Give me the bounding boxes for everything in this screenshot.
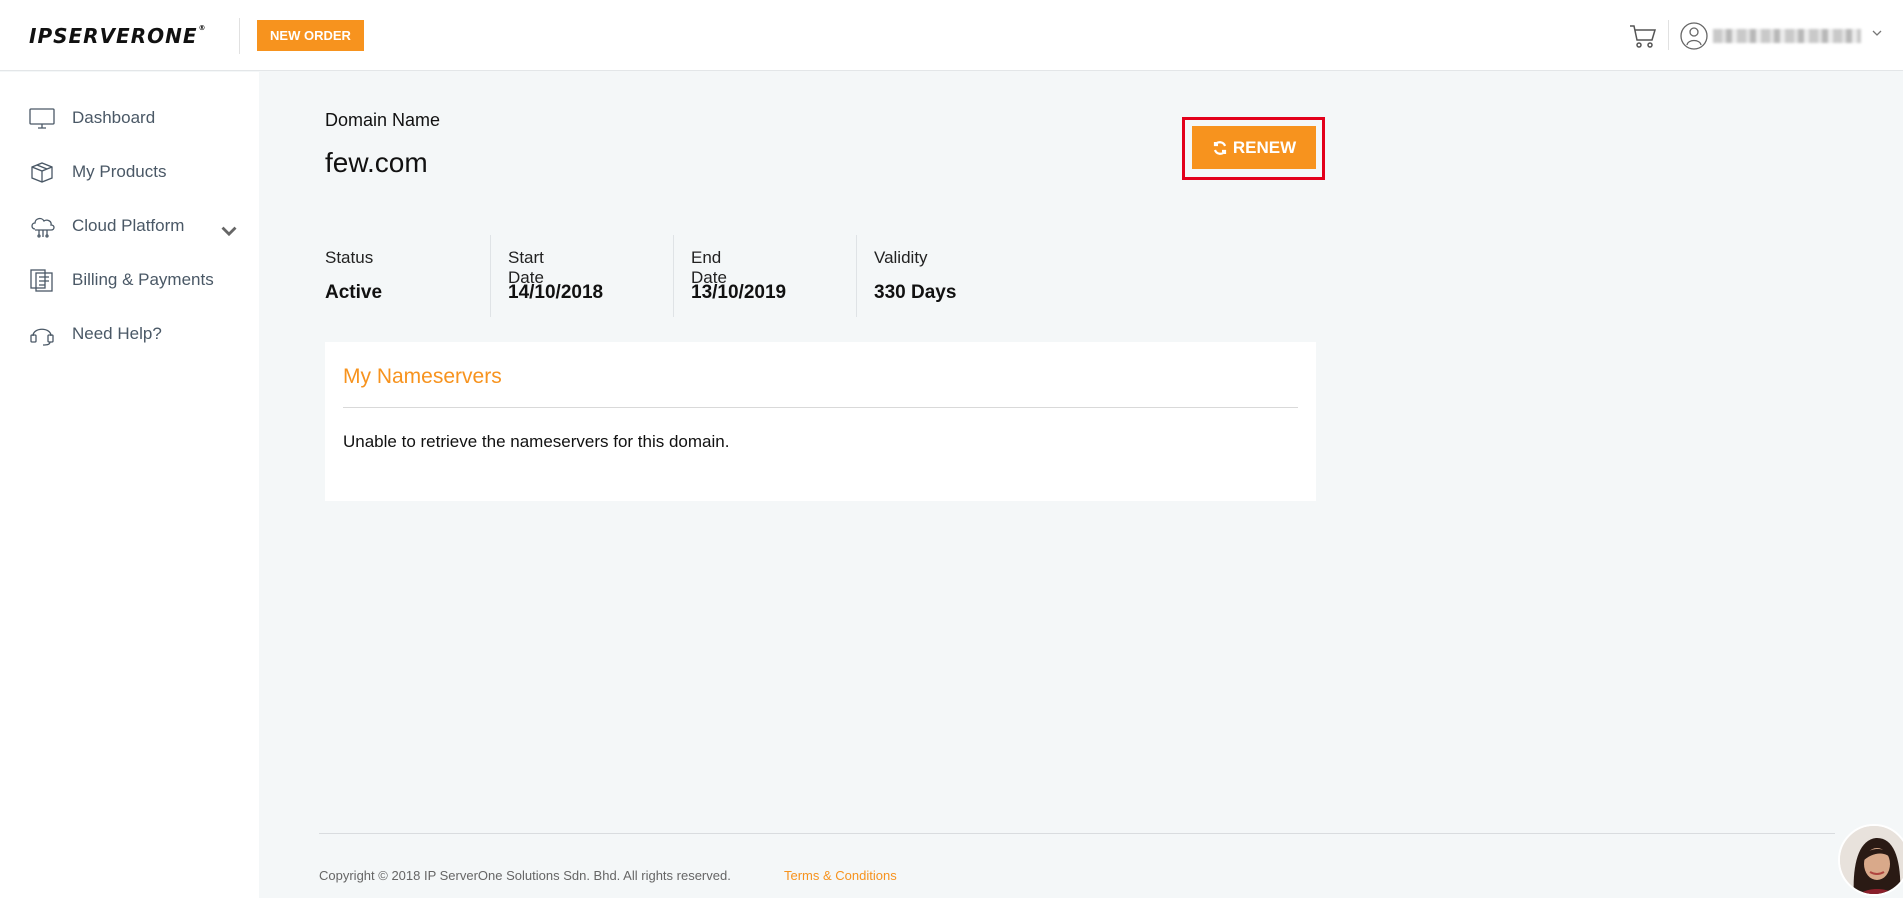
sidebar-item-cloud-platform[interactable]: Cloud Platform bbox=[28, 211, 238, 241]
sidebar-item-label: Cloud Platform bbox=[72, 216, 185, 235]
sidebar: Dashboard My Products Cloud Platform Bil… bbox=[0, 72, 259, 898]
stat-divider bbox=[673, 235, 674, 317]
headset-icon bbox=[30, 328, 54, 346]
stat-value: Active bbox=[325, 282, 383, 303]
sidebar-item-label: My Products bbox=[72, 162, 167, 181]
header-separator bbox=[1668, 20, 1669, 50]
sidebar-item-label: Need Help? bbox=[72, 324, 162, 343]
ipserverone-logo[interactable]: IPSERVERONE® bbox=[29, 24, 207, 48]
footer-divider bbox=[319, 833, 1835, 834]
user-avatar-icon[interactable] bbox=[1679, 21, 1709, 51]
stat-label: Status bbox=[325, 248, 374, 267]
nameservers-divider bbox=[343, 407, 1298, 408]
sidebar-item-label: Dashboard bbox=[72, 108, 156, 127]
sidebar-item-my-products[interactable]: My Products bbox=[28, 157, 238, 187]
header-divider bbox=[239, 18, 240, 54]
support-agent-photo bbox=[1840, 826, 1903, 894]
sidebar-item-need-help[interactable]: Need Help? bbox=[28, 319, 238, 349]
renew-button-label: RENEW bbox=[1232, 137, 1297, 157]
refresh-icon bbox=[1213, 140, 1226, 155]
chevron-down-icon[interactable] bbox=[1870, 26, 1884, 40]
monitor-icon bbox=[29, 108, 55, 129]
domain-name-label: Domain Name bbox=[325, 110, 441, 130]
stat-label: Validity bbox=[874, 248, 928, 267]
sidebar-item-dashboard[interactable]: Dashboard bbox=[28, 103, 238, 133]
sidebar-item-billing-payments[interactable]: Billing & Payments bbox=[28, 265, 238, 295]
stat-divider bbox=[490, 235, 491, 317]
live-chat-avatar[interactable] bbox=[1838, 824, 1903, 896]
domain-name-value: few.com bbox=[325, 147, 428, 178]
renew-button[interactable]: RENEW bbox=[1192, 126, 1316, 169]
stat-divider bbox=[856, 235, 857, 317]
footer-copyright: Copyright © 2018 IP ServerOne Solutions … bbox=[319, 868, 731, 883]
nameservers-message: Unable to retrieve the nameservers for t… bbox=[343, 432, 730, 451]
sidebar-item-label: Billing & Payments bbox=[72, 270, 214, 289]
nameservers-card: My Nameservers Unable to retrieve the na… bbox=[325, 342, 1316, 501]
chevron-down-icon[interactable] bbox=[215, 219, 243, 245]
user-name-blurred[interactable] bbox=[1713, 29, 1861, 43]
top-header: IPSERVERONE® NEW ORDER bbox=[0, 0, 1903, 71]
cloud-icon bbox=[31, 217, 55, 238]
terms-conditions-link[interactable]: Terms & Conditions bbox=[784, 868, 897, 883]
nameservers-title: My Nameservers bbox=[343, 365, 502, 388]
box-icon bbox=[31, 162, 53, 183]
new-order-button[interactable]: NEW ORDER bbox=[257, 20, 364, 51]
stat-value: 14/10/2018 bbox=[508, 282, 604, 303]
invoice-icon bbox=[30, 269, 53, 292]
stat-value: 13/10/2019 bbox=[691, 282, 787, 303]
cart-icon[interactable] bbox=[1628, 22, 1658, 50]
stat-value: 330 Days bbox=[874, 282, 957, 303]
